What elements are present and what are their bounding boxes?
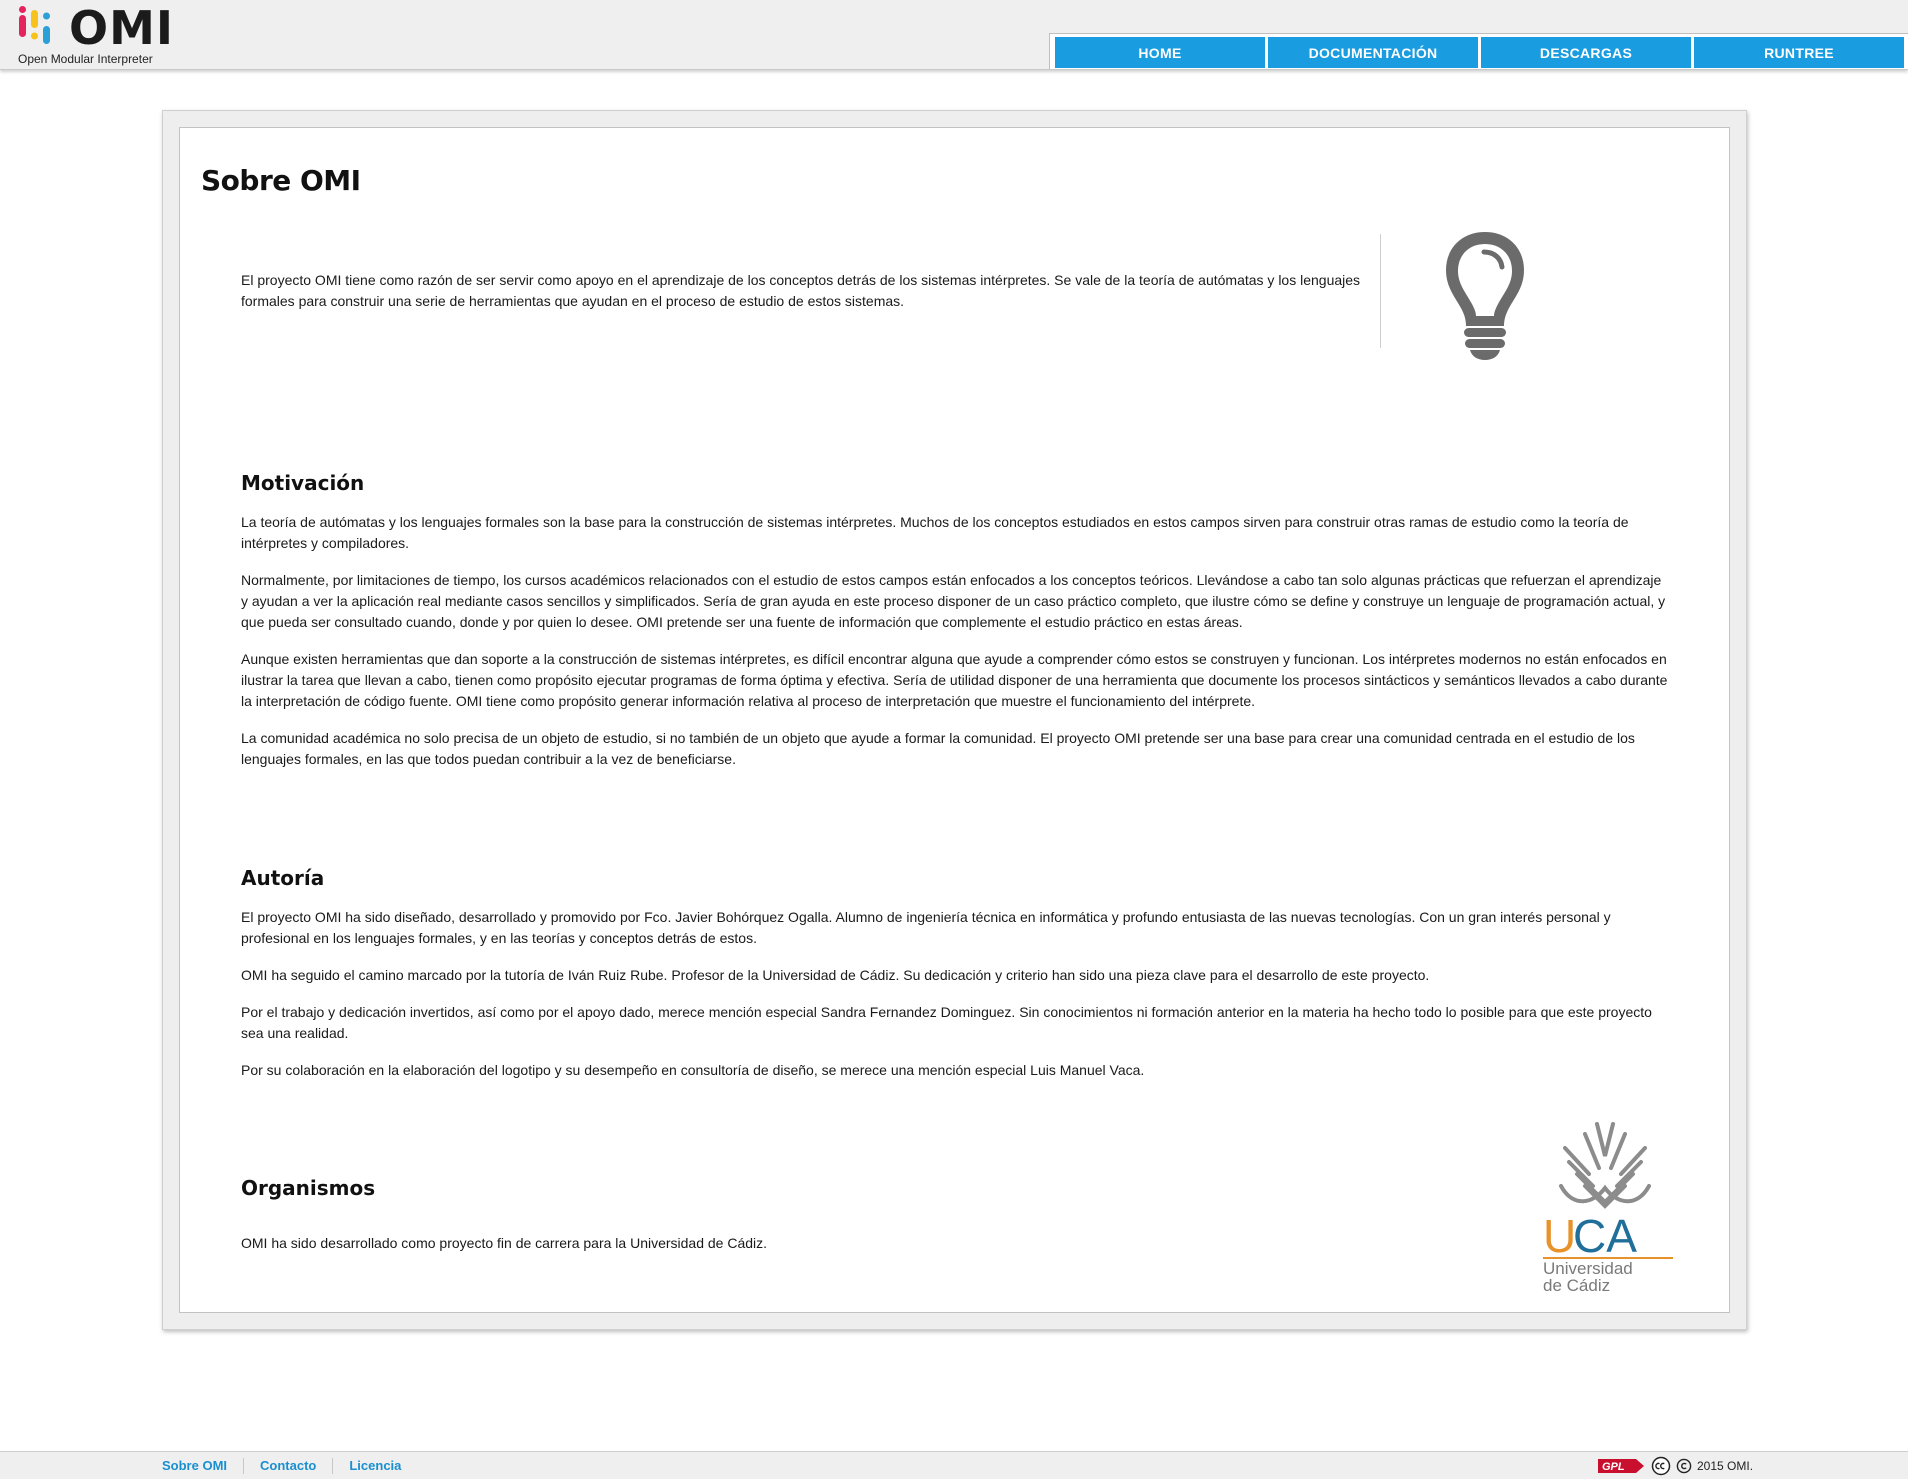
motivacion-paragraph-3: Aunque existen herramientas que dan sopo… [241,651,1668,709]
main-nav: HOME DOCUMENTACIÓN DESCARGAS RUNTREE [1049,33,1908,69]
organismos-paragraph-1: OMI ha sido desarrollado como proyecto f… [241,1235,768,1251]
uca-logo[interactable]: U CA Universidad de Cádiz [1535,1116,1675,1291]
autoria-paragraph-3: Por el trabajo y dedicación invertidos, … [241,1004,1652,1041]
uca-emblem-icon [1559,1122,1651,1209]
uca-logo-ca: CA [1573,1210,1637,1262]
gpl-badge-icon[interactable]: GPL [1596,1457,1646,1475]
nav-home[interactable]: HOME [1055,37,1265,68]
motivacion-paragraph-2: Normalmente, por limitaciones de tiempo,… [241,572,1666,630]
footer-link-licencia[interactable]: Licencia [332,1458,417,1474]
footer-license: GPL 2015 OMI. [1596,1452,1753,1479]
gpl-badge-label: GPL [1602,1461,1625,1473]
site-footer: Sobre OMI Contacto Licencia GPL 2015 OMI… [0,1451,1908,1479]
nav-descargas[interactable]: DESCARGAS [1481,37,1691,68]
autoria-paragraph-4: Por su colaboración en la elaboración de… [241,1062,1145,1078]
uca-logo-u: U [1543,1210,1576,1262]
footer-links: Sobre OMI Contacto Licencia [162,1452,417,1479]
nav-documentacion[interactable]: DOCUMENTACIÓN [1268,37,1478,68]
uca-logo-line2: de Cádiz [1543,1276,1610,1291]
intro-line-1: El proyecto OMI tiene como razón de ser … [241,272,1361,288]
intro-divider [1380,234,1381,348]
omi-logo-icon [19,6,50,44]
footer-link-contacto[interactable]: Contacto [243,1458,332,1474]
autoria-paragraph-1: El proyecto OMI ha sido diseñado, desarr… [241,909,1611,946]
lightbulb-icon [1446,232,1524,360]
content-card: Sobre OMI El proyecto OMI tiene como raz… [162,110,1747,1330]
section-title-organismos: Organismos [241,1176,376,1200]
intro-line-2: formales para construir una serie de her… [241,293,905,309]
copyright-text: 2015 OMI. [1697,1459,1754,1473]
logo-tagline: Open Modular Interpreter [18,52,153,66]
logo-wordmark: OMI [69,1,174,55]
omi-logo[interactable]: OMI Open Modular Interpreter [17,2,173,66]
intro-paragraph: El proyecto OMI tiene como razón de ser … [241,270,1360,312]
section-title-autoria: Autoría [241,866,325,890]
copyright-icon [1676,1458,1692,1474]
motivacion-paragraph-1: La teoría de autómatas y los lenguajes f… [241,514,1629,551]
nav-runtree[interactable]: RUNTREE [1694,37,1904,68]
page-title: Sobre OMI [201,164,361,197]
content-panel: Sobre OMI El proyecto OMI tiene como raz… [179,127,1730,1313]
site-header: OMI Open Modular Interpreter HOME DOCUME… [0,0,1908,70]
section-title-motivacion: Motivación [241,471,365,495]
motivacion-paragraph-4: La comunidad académica no solo precisa d… [241,730,1635,767]
autoria-paragraph-2: OMI ha seguido el camino marcado por la … [241,967,1430,983]
footer-link-sobre-omi[interactable]: Sobre OMI [162,1458,243,1474]
creative-commons-icon[interactable] [1651,1456,1671,1476]
